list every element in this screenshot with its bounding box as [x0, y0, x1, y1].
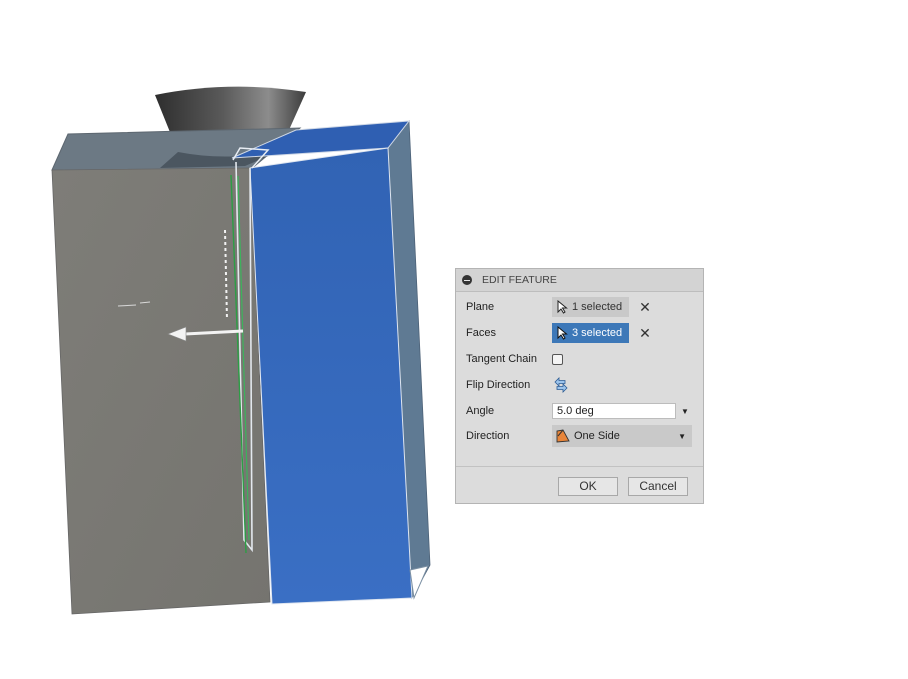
model-canvas[interactable]	[0, 0, 908, 679]
angle-input[interactable]: 5.0 deg	[552, 403, 676, 419]
direction-row: Direction One Side ▼	[466, 425, 692, 447]
3d-viewport[interactable]	[0, 0, 908, 679]
chevron-down-icon: ▼	[678, 431, 686, 441]
flip-direction-icon[interactable]	[552, 376, 570, 394]
cursor-arrow-icon	[557, 326, 568, 340]
faces-selection-label: 3 selected	[572, 327, 623, 339]
edit-feature-panel: EDIT FEATURE Plane 1 selected ✕ Faces 3 …	[455, 268, 704, 504]
panel-header: EDIT FEATURE	[456, 269, 703, 292]
panel-title: EDIT FEATURE	[482, 274, 557, 286]
selected-blue-face[interactable]	[249, 147, 413, 605]
faces-label: Faces	[466, 327, 496, 339]
tangent-chain-checkbox[interactable]	[552, 353, 563, 365]
one-side-icon	[556, 429, 570, 443]
plane-row: Plane 1 selected ✕	[466, 296, 651, 318]
flip-direction-row: Flip Direction	[466, 374, 570, 396]
plane-selection-button[interactable]: 1 selected	[552, 297, 630, 317]
angle-row: Angle 5.0 deg ▼	[466, 400, 689, 422]
ok-button[interactable]: OK	[558, 477, 618, 496]
cancel-button[interactable]: Cancel	[628, 477, 688, 496]
faces-selection-button[interactable]: 3 selected	[552, 323, 630, 343]
plane-label: Plane	[466, 301, 495, 313]
direction-label: Direction	[466, 430, 510, 442]
collapse-icon[interactable]	[462, 275, 472, 285]
faces-clear-icon[interactable]: ✕	[639, 326, 651, 340]
panel-footer: OK Cancel	[456, 466, 703, 503]
direction-value: One Side	[574, 430, 620, 442]
angle-label: Angle	[466, 405, 495, 417]
angle-dropdown-arrow-icon[interactable]: ▼	[681, 407, 689, 416]
tangent-chain-label: Tangent Chain	[466, 353, 537, 365]
plane-clear-icon[interactable]: ✕	[639, 300, 651, 314]
flip-direction-label: Flip Direction	[466, 379, 531, 391]
plane-selection-label: 1 selected	[572, 301, 623, 313]
faces-row: Faces 3 selected ✕	[466, 322, 651, 344]
cursor-arrow-icon	[557, 300, 568, 314]
direction-dropdown[interactable]: One Side ▼	[552, 425, 692, 447]
tangent-chain-row: Tangent Chain	[466, 348, 563, 370]
